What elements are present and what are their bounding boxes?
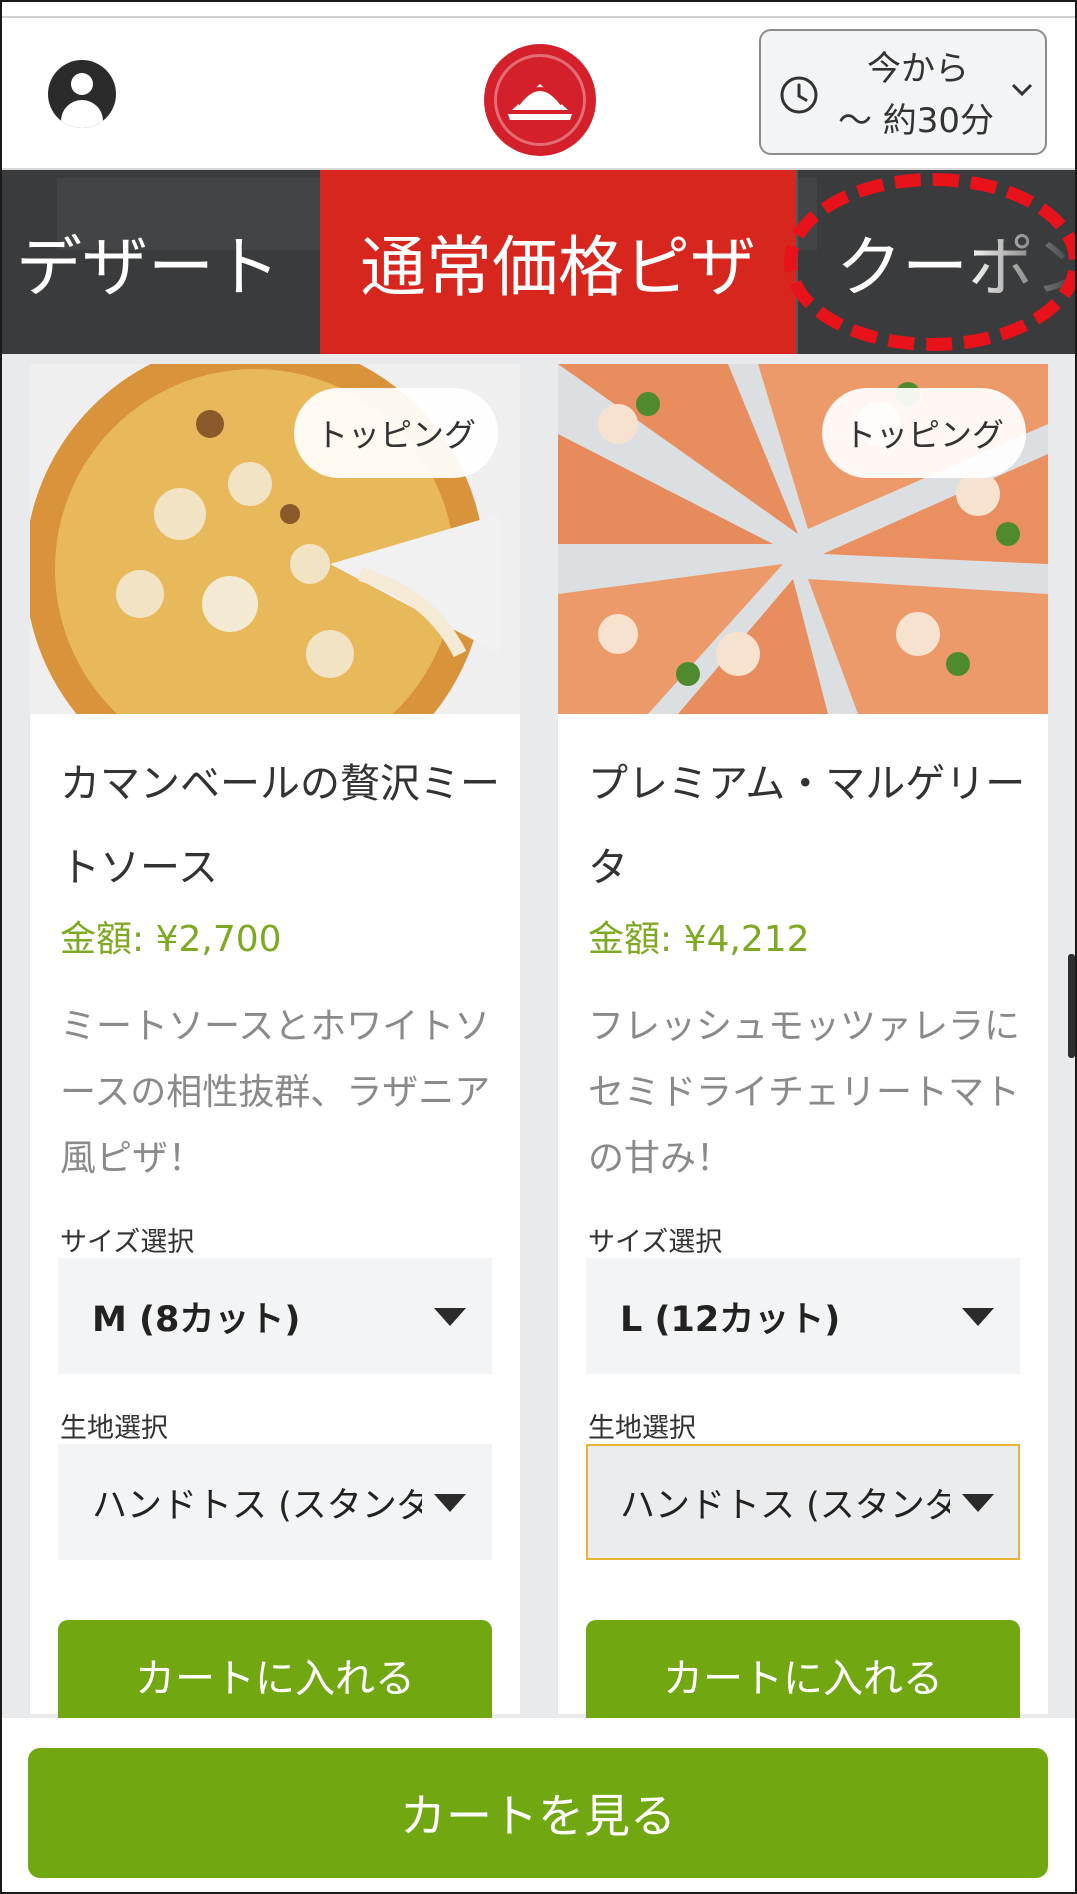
crust-select[interactable]: ハンドトス (スタンダード): [586, 1444, 1020, 1560]
add-to-cart-button[interactable]: カートに入れる: [586, 1620, 1020, 1730]
product-image[interactable]: トッピング: [30, 364, 520, 714]
size-select[interactable]: M (8カット): [58, 1258, 492, 1374]
time-label-now: 今から: [867, 49, 969, 89]
chevron-down-icon: [1011, 83, 1033, 97]
size-select-label: サイズ選択: [60, 1227, 195, 1258]
crust-select-label: 生地選択: [588, 1413, 696, 1444]
product-price: 金額: ¥4,212: [588, 919, 810, 960]
account-icon[interactable]: [48, 60, 116, 128]
product-price: 金額: ¥2,700: [60, 919, 282, 960]
topping-button[interactable]: トッピング: [821, 388, 1026, 478]
dropdown-arrow-icon: [434, 1308, 466, 1326]
dropdown-arrow-icon: [962, 1494, 994, 1512]
product-title: プレミアム・マルゲリータ: [588, 761, 1026, 891]
topping-button[interactable]: トッピング: [293, 388, 498, 478]
add-to-cart-button[interactable]: カートに入れる: [58, 1620, 492, 1730]
tab-coupon[interactable]: クーポン: [798, 170, 1075, 354]
scrollbar-thumb[interactable]: [1068, 954, 1075, 1058]
product-title: カマンベールの贅沢ミートソース: [60, 761, 500, 891]
dropdown-arrow-icon: [434, 1494, 466, 1512]
app-frame: 今から ～ 約30分 カートに入れる デザート 通常価格ピザ クーポン: [0, 0, 1077, 1894]
size-select-label: サイズ選択: [588, 1227, 723, 1258]
category-tab-bar: カートに入れる デザート 通常価格ピザ クーポン: [2, 170, 1075, 354]
product-description: ミートソースとホワイトソースの相性抜群、ラザニア風ピザ！: [60, 1006, 491, 1179]
clock-icon: [780, 76, 818, 114]
time-label-eta: ～ 約30分: [837, 101, 995, 141]
bottom-bar: カートを見る: [2, 1718, 1075, 1892]
tab-dessert[interactable]: デザート: [2, 170, 320, 354]
delivery-time-selector[interactable]: 今から ～ 約30分: [759, 29, 1047, 155]
view-cart-button[interactable]: カートを見る: [28, 1748, 1048, 1878]
product-image[interactable]: トッピング: [558, 364, 1048, 714]
product-card: トッピング カマンベールの贅沢ミートソース 金額: ¥2,700 ミートソースと…: [30, 364, 520, 1730]
product-card: トッピング プレミアム・マルゲリータ 金額: ¥4,212 フレッシュモッツァレ…: [558, 364, 1048, 1730]
product-description: フレッシュモッツァレラにセミドライチェリートマトの甘み！: [588, 1006, 1021, 1179]
header: 今から ～ 約30分: [2, 2, 1075, 170]
crust-select[interactable]: ハンドトス (スタンダード): [58, 1444, 492, 1560]
dropdown-arrow-icon: [962, 1308, 994, 1326]
crust-select-label: 生地選択: [60, 1413, 168, 1444]
size-select[interactable]: L (12カット): [586, 1258, 1020, 1374]
tab-regular-pizza[interactable]: 通常価格ピザ: [320, 170, 796, 354]
header-divider: [2, 16, 1075, 18]
pizza-hut-logo[interactable]: [484, 44, 596, 156]
